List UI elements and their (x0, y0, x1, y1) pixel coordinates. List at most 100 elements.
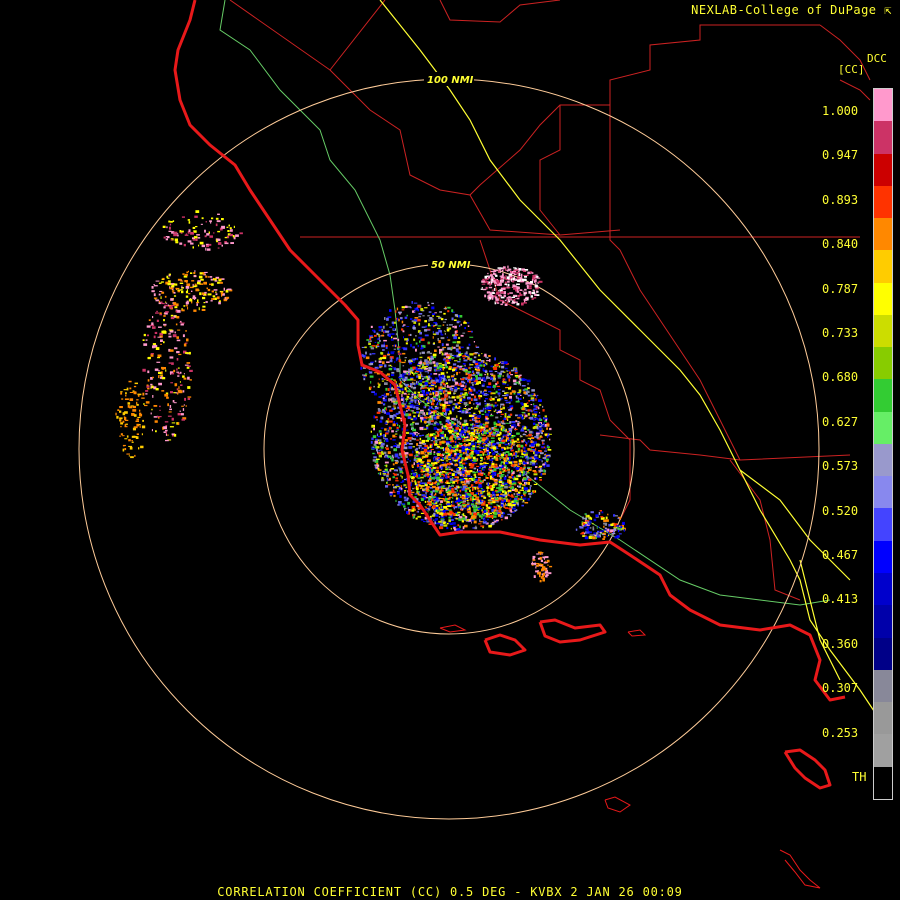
echo-pixel (471, 462, 476, 464)
echo-pixel (504, 415, 507, 418)
echo-pixel (429, 515, 432, 518)
highways (379, 0, 881, 721)
echo-pixel (366, 339, 370, 341)
echo-pixel (427, 396, 430, 399)
echo-pixel (488, 276, 491, 279)
echo-pixel (542, 409, 545, 412)
echo-pixel (449, 460, 452, 463)
echo-pixel (498, 365, 501, 368)
echo-pixel (207, 288, 211, 292)
echo-pixel (435, 514, 439, 517)
echo-pixel (514, 301, 518, 303)
echo-pixel (433, 458, 435, 462)
echo-pixel (142, 339, 145, 341)
echo-pixel (466, 473, 470, 476)
echo-pixel (132, 409, 137, 412)
echo-pixel (517, 450, 520, 453)
echo-pixel (514, 477, 519, 481)
echo-pixel (517, 267, 519, 269)
echo-pixel (445, 411, 447, 414)
echo-pixel (164, 295, 167, 298)
echo-pixel (494, 357, 496, 361)
echo-pixel (450, 389, 454, 391)
echo-pixel (177, 289, 182, 291)
echo-pixel (438, 395, 441, 399)
echo-pixel (532, 413, 536, 415)
echo-pixel (166, 396, 169, 399)
echo-pixel (403, 399, 405, 402)
echo-pixel (438, 520, 442, 523)
echo-pixel (439, 348, 443, 352)
echo-pixel (171, 362, 174, 365)
echo-pixel (504, 447, 506, 450)
echo-pixel (385, 330, 389, 333)
echo-pixel (502, 406, 505, 410)
echo-pixel (429, 468, 431, 472)
echo-pixel (492, 380, 496, 382)
echo-pixel (484, 454, 487, 456)
echo-pixel (446, 404, 451, 406)
echo-pixel (546, 453, 549, 455)
echo-pixel (431, 306, 435, 310)
echo-pixel (488, 286, 493, 289)
echo-pixel (389, 415, 394, 418)
echo-pixel (533, 278, 536, 280)
echo-pixel (156, 310, 158, 313)
echo-pixel (197, 299, 199, 303)
echo-pixel (483, 496, 487, 499)
echo-pixel (454, 449, 459, 452)
echo-pixel (498, 295, 502, 297)
echo-pixel (474, 526, 478, 530)
echo-pixel (173, 402, 177, 404)
echo-pixel (424, 307, 428, 309)
echo-pixel (473, 403, 475, 405)
echo-pixel (530, 437, 535, 439)
echo-pixel (475, 365, 480, 367)
echo-pixel (463, 425, 466, 427)
echo-pixel (445, 379, 447, 381)
echo-pixel (431, 302, 434, 305)
echo-pixel (411, 378, 414, 380)
echo-pixel (534, 280, 536, 283)
echo-pixel (486, 513, 489, 516)
echo-pixel (392, 484, 394, 486)
echo-pixel (498, 506, 500, 510)
echo-pixel (478, 477, 481, 479)
echo-pixel (391, 366, 393, 367)
echo-pixel (451, 358, 453, 360)
echo-pixel (408, 446, 413, 449)
echo-pixel (418, 402, 420, 405)
echo-pixel (544, 461, 547, 465)
echo-pixel (426, 352, 431, 354)
echo-pixel (494, 296, 498, 299)
echo-pixel (500, 397, 503, 400)
echo-pixel (386, 317, 389, 321)
echo-pixel (161, 330, 165, 334)
echo-pixel (414, 482, 417, 485)
echo-pixel (466, 482, 470, 484)
echo-pixel (523, 439, 526, 442)
echo-pixel (488, 468, 492, 470)
echo-pixel (405, 390, 408, 392)
echo-pixel (482, 504, 486, 506)
echo-pixel (413, 438, 416, 441)
echo-pixel (476, 405, 479, 408)
echo-pixel (474, 381, 476, 385)
echo-pixel (546, 423, 550, 427)
echo-pixel (472, 372, 475, 375)
echo-pixel (473, 414, 477, 416)
echo-pixel (401, 361, 406, 364)
echo-pixel (430, 397, 433, 400)
echo-pixel (445, 457, 449, 460)
echo-pixel (473, 512, 478, 516)
echo-pixel (478, 523, 482, 525)
echo-pixel (420, 308, 424, 311)
echo-pixel (160, 301, 163, 304)
echo-pixel (446, 328, 450, 332)
echo-pixel (456, 489, 458, 492)
echo-pixel (514, 488, 517, 490)
echo-pixel (453, 319, 457, 321)
echo-pixel (545, 447, 547, 450)
echo-pixel (174, 331, 176, 334)
echo-pixel (404, 452, 409, 455)
